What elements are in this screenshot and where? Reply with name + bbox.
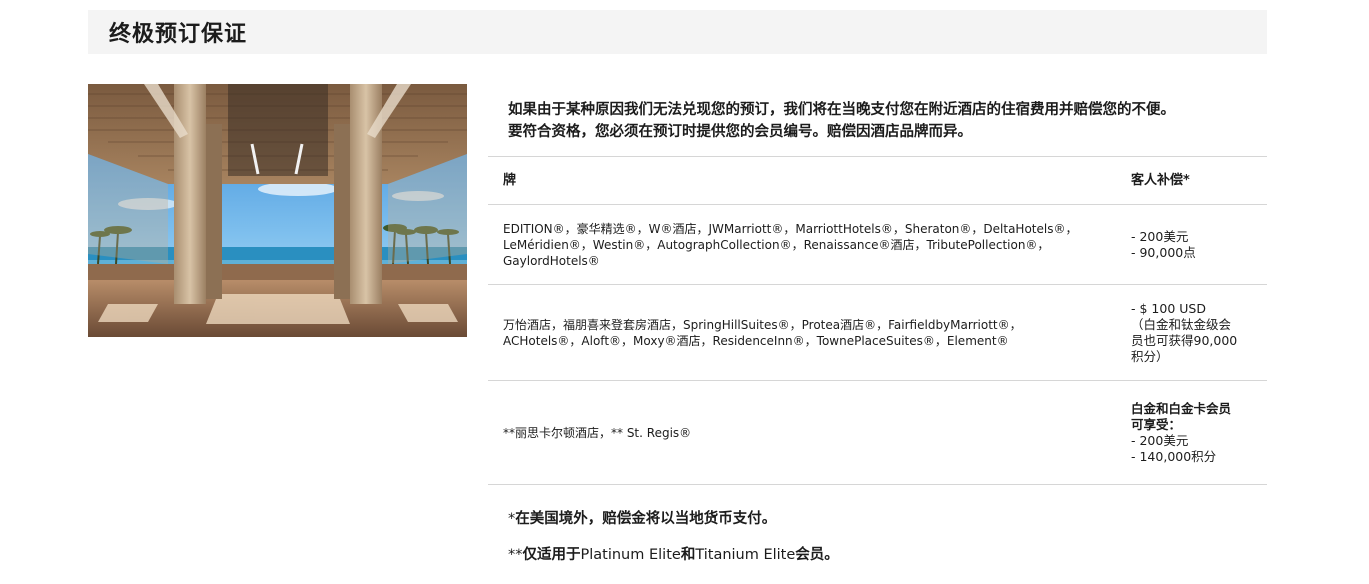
table-row: **丽思卡尔顿酒店，** St. Regis® 白金和白金卡会员 可享受： - … (488, 380, 1267, 485)
compensation-cell: 白金和白金卡会员 可享受： - 200美元 - 140,000积分 (1115, 380, 1267, 485)
section-header: 终极预订保证 (88, 10, 1267, 54)
brand-cell: **丽思卡尔顿酒店，** St. Regis® (488, 380, 1115, 485)
guarantee-description: 如果由于某种原因我们无法兑现您的预订，我们将在当晚支付您在附近酒店的住宿费用并赔… (508, 99, 1258, 143)
page-title: 终极预订保证 (109, 22, 248, 47)
table-row: EDITION®，豪华精选®，W®酒店，JWMarriott®，Marriott… (488, 204, 1267, 285)
table-header-row: 牌 客人补偿* (488, 156, 1267, 205)
intro-line-1: 如果由于某种原因我们无法兑现您的预订，我们将在当晚支付您在附近酒店的住宿费用并赔… (508, 102, 1175, 118)
column-header-brand: 牌 (488, 156, 1115, 205)
compensation-cell: - $ 100 USD （白金和钛金级会 员也可获得90,000 积分） (1115, 284, 1267, 381)
footnote-currency: *在美国境外，赔偿金将以当地货币支付。 (508, 511, 777, 527)
intro-line-2: 要符合资格，您必须在预订时提供您的会员编号。赔偿因酒店品牌而异。 (508, 124, 972, 140)
footnotes: *在美国境外，赔偿金将以当地货币支付。 **仅适用于Platinum Elite… (508, 508, 839, 580)
brand-cell: EDITION®，豪华精选®，W®酒店，JWMarriott®，Marriott… (488, 204, 1115, 285)
compensation-table: 牌 客人补偿* EDITION®，豪华精选®，W®酒店，JWMarriott®，… (488, 156, 1267, 485)
resort-lobby-photo (88, 84, 467, 337)
column-header-compensation: 客人补偿* (1115, 156, 1267, 205)
footnote-eligibility: **仅适用于Platinum Elite和Titanium Elite会员。 (508, 547, 839, 563)
table-row: 万怡酒店，福朋喜来登套房酒店，SpringHillSuites®，Protea酒… (488, 284, 1267, 381)
brand-cell: 万怡酒店，福朋喜来登套房酒店，SpringHillSuites®，Protea酒… (488, 284, 1115, 381)
compensation-cell: - 200美元 - 90,000点 (1115, 204, 1267, 285)
